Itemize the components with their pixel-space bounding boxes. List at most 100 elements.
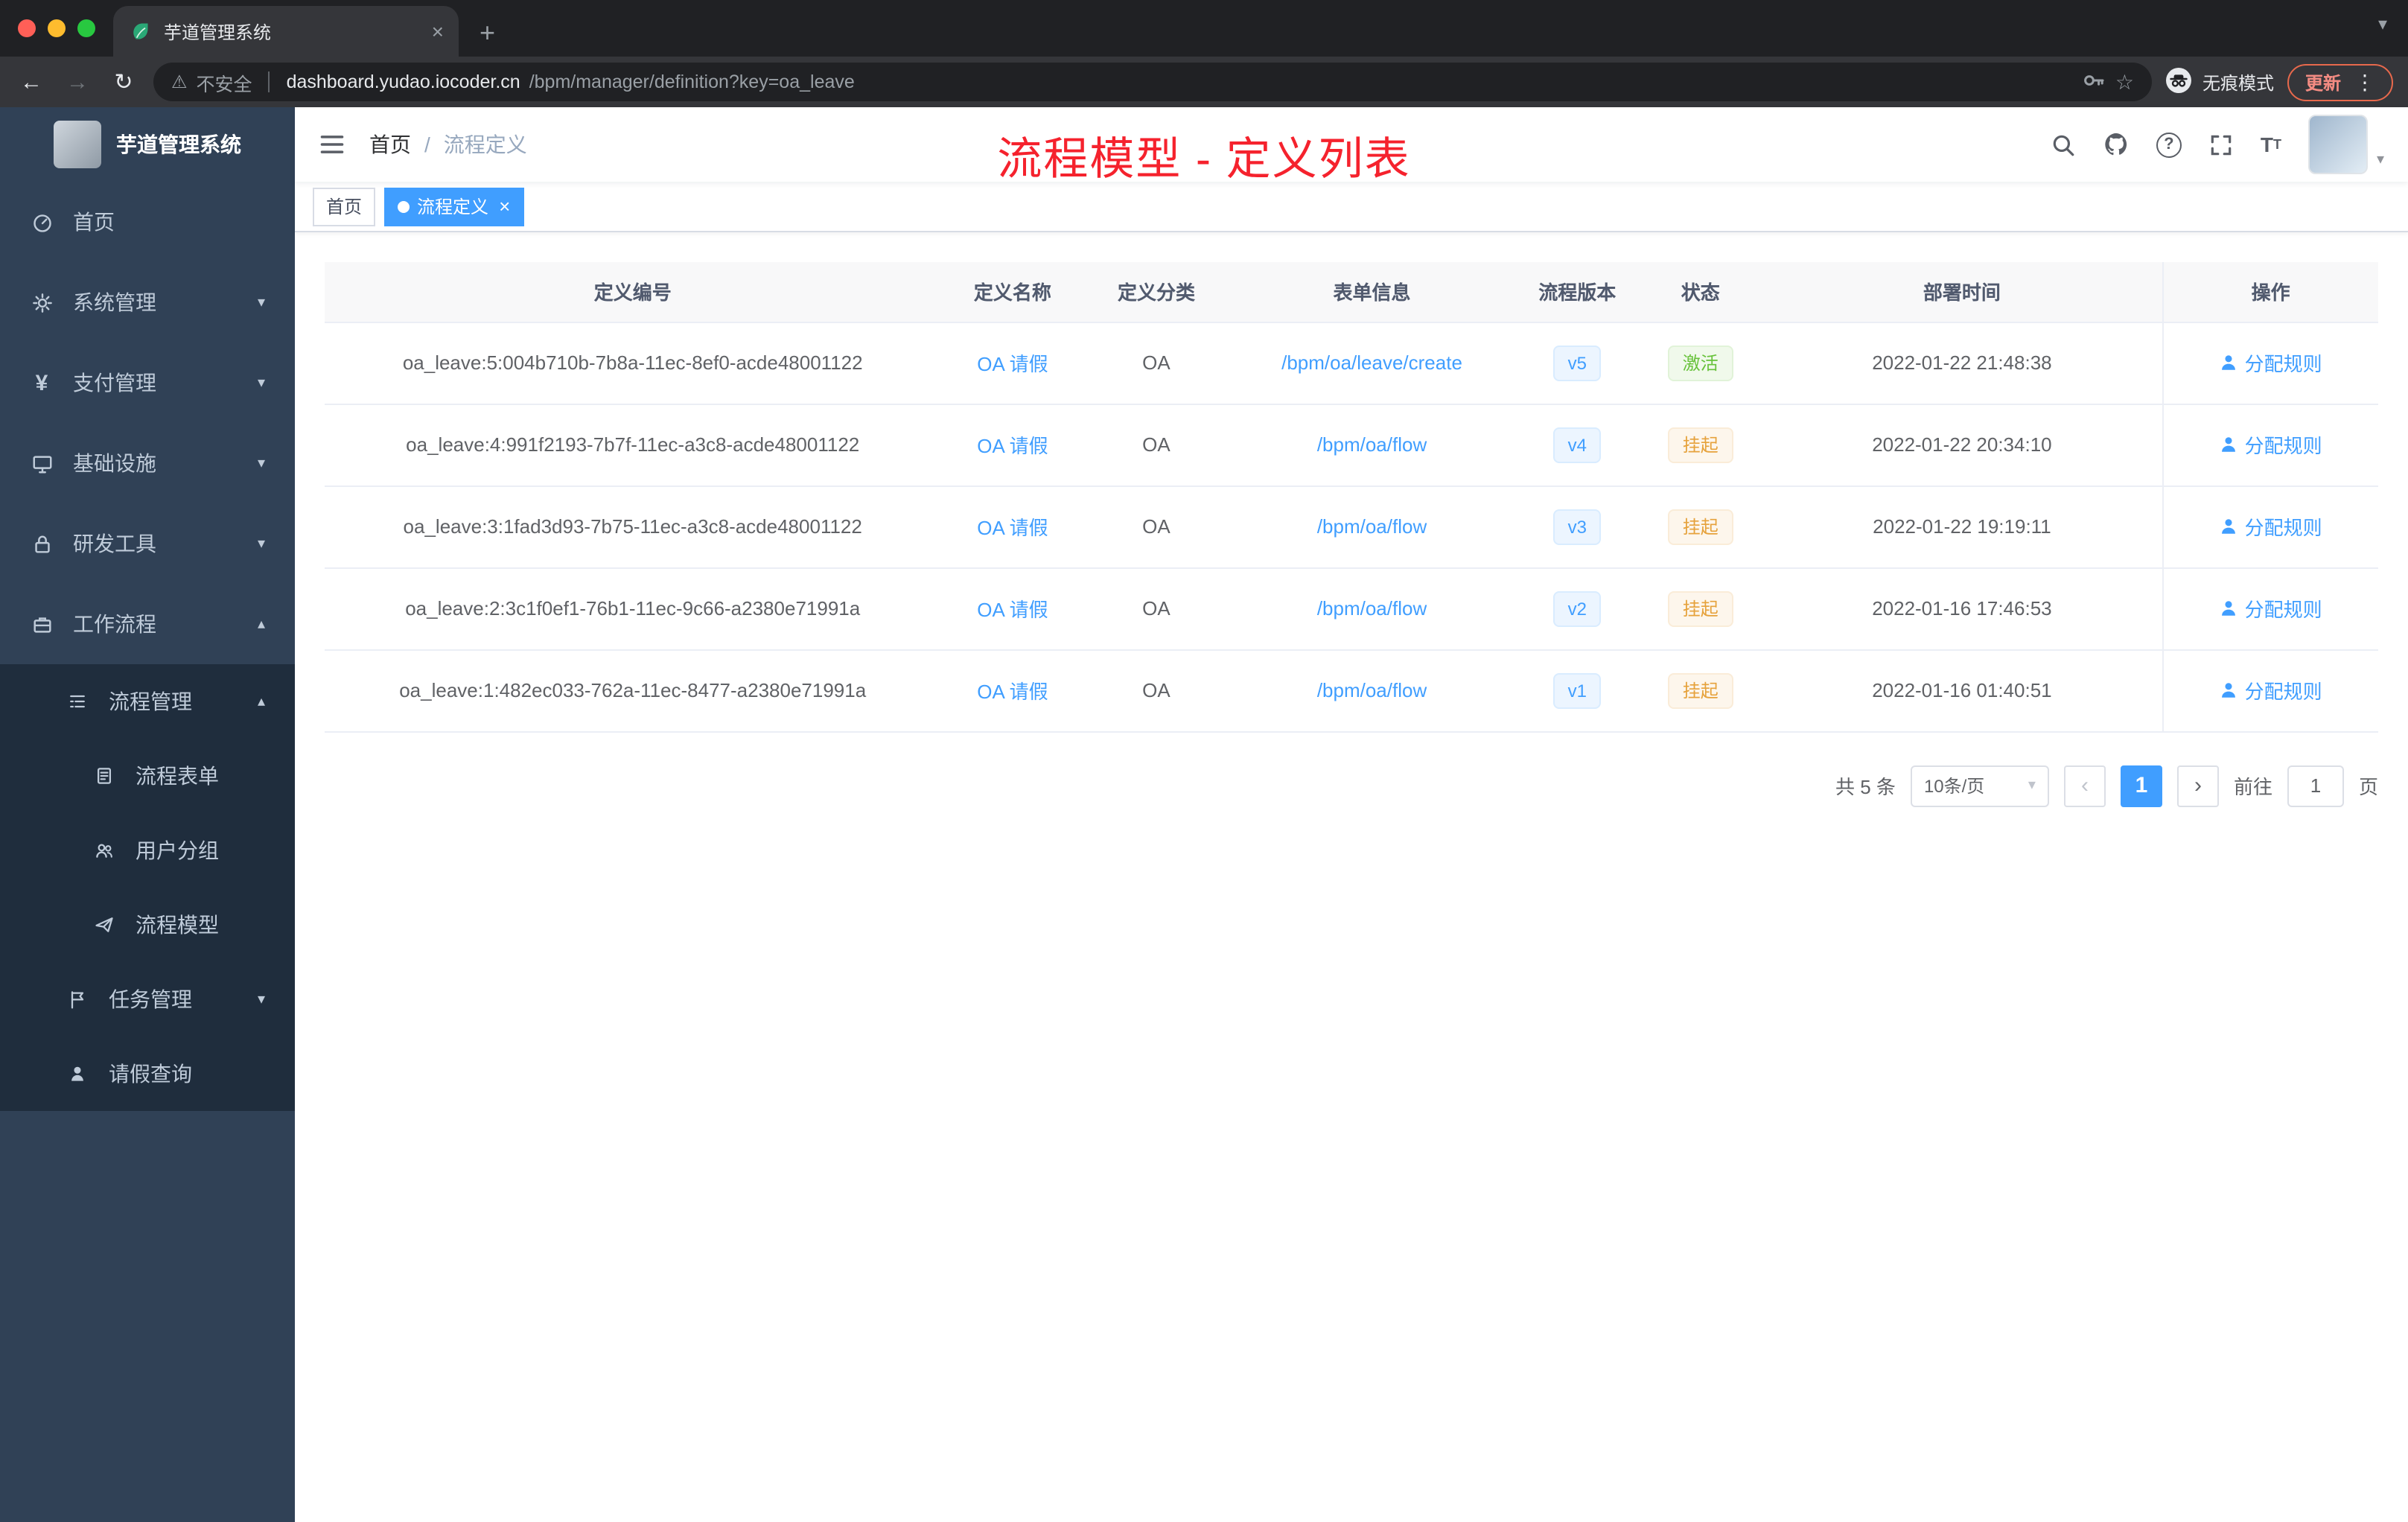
breadcrumb-home[interactable]: 首页 [369,130,411,159]
form-link[interactable]: /bpm/oa/flow [1317,515,1427,538]
browser-tab[interactable]: 芋道管理系统 × [113,6,459,57]
sidebar-item-infrastructure[interactable]: 基础设施 ▾ [0,423,295,503]
sidebar-item-task-management[interactable]: 任务管理 ▾ [0,962,295,1037]
next-page-button[interactable]: › [2176,765,2219,806]
tab-search-icon[interactable]: ▾ [2378,13,2387,34]
cell-category: OA [1084,485,1229,568]
cell-category: OA [1084,322,1229,404]
lock-icon [30,532,54,555]
page-size-select[interactable]: 10条/页 ▾ [1910,765,2049,806]
table-row: oa_leave:2:3c1f0ef1-76b1-11ec-9c66-a2380… [325,567,2378,650]
assign-rule-label: 分配规则 [2244,681,2322,703]
security-warning-icon: ⚠ [171,71,188,92]
tag-process-definition[interactable]: 流程定义 × [384,187,524,226]
sidebar-item-system[interactable]: 系统管理 ▾ [0,262,295,343]
bookmark-star-icon[interactable]: ☆ [2115,71,2134,92]
password-key-icon[interactable] [2083,69,2106,95]
page-number-button[interactable]: 1 [2120,765,2162,806]
forward-button[interactable]: → [61,71,94,93]
sidebar-item-label: 流程模型 [136,913,219,937]
cell-category: OA [1084,649,1229,732]
sidebar-item-process-form[interactable]: 流程表单 [0,739,295,813]
tag-home[interactable]: 首页 [313,187,376,226]
address-bar[interactable]: ⚠ 不安全 dashboard.yudao.iocoder.cn /bpm/ma… [153,63,2152,101]
sidebar-item-process-model[interactable]: 流程模型 [0,888,295,962]
gear-icon [30,291,54,313]
assign-rule-button[interactable]: 分配规则 [2220,676,2322,704]
table-row: oa_leave:1:482ec033-762a-11ec-8477-a2380… [325,649,2378,732]
cell-definition-id: oa_leave:2:3c1f0ef1-76b1-11ec-9c66-a2380… [325,567,941,650]
prev-page-button[interactable]: ‹ [2063,765,2106,806]
window-close-button[interactable] [18,19,36,37]
goto-page-input[interactable] [2287,765,2344,806]
window-zoom-button[interactable] [77,19,95,37]
sidebar-item-devtools[interactable]: 研发工具 ▾ [0,503,295,584]
status-badge: 挂起 [1667,672,1733,708]
browser-menu-icon[interactable]: ⋮ [2354,71,2375,92]
avatar-caret-icon: ▾ [2376,152,2384,168]
sidebar-item-process-management[interactable]: 流程管理 ▴ [0,664,295,739]
assign-rule-button[interactable]: 分配规则 [2220,594,2322,623]
definition-name-link[interactable]: OA 请假 [977,681,1048,703]
sidebar-item-label: 工作流程 [73,612,156,636]
incognito-badge: 无痕模式 [2165,66,2274,98]
new-tab-button[interactable]: + [480,19,495,46]
font-size-icon[interactable]: TT [2261,133,2281,156]
sidebar-item-label: 支付管理 [73,371,156,395]
url-divider [268,71,270,92]
definition-name-link[interactable]: OA 请假 [977,435,1048,457]
page-content: 定义编号 定义名称 定义分类 表单信息 流程版本 状态 部署时间 操作 oa_l [295,232,2408,1522]
definition-name-link[interactable]: OA 请假 [977,517,1048,539]
sidebar-item-leave-query[interactable]: 请假查询 [0,1037,295,1111]
annotation-overlay: 流程模型 - 定义列表 [997,136,1411,185]
table-row: oa_leave:4:991f2193-7b7f-11ec-a3c8-acde4… [325,404,2378,486]
yen-icon: ¥ [35,370,48,395]
form-link[interactable]: /bpm/oa/flow [1317,597,1427,620]
definition-name-link[interactable]: OA 请假 [977,599,1048,621]
window-minimize-button[interactable] [48,19,66,37]
sidebar-item-home[interactable]: 首页 [0,182,295,262]
assign-rule-button[interactable]: 分配规则 [2220,430,2322,459]
cell-definition-id: oa_leave:4:991f2193-7b7f-11ec-a3c8-acde4… [325,404,941,486]
sidebar-item-label: 基础设施 [73,451,156,475]
tree-table-icon [66,691,89,712]
user-icon [2222,355,2236,370]
sidebar-item-label: 首页 [73,210,115,234]
chevron-down-icon: ▾ [257,535,265,552]
sidebar-item-user-group[interactable]: 用户分组 [0,813,295,888]
assign-rule-button[interactable]: 分配规则 [2220,512,2322,541]
cell-deploy-time: 2022-01-22 21:48:38 [1762,322,2163,404]
logo-title: 芋道管理系统 [116,133,241,156]
sidebar-item-label: 流程表单 [136,764,219,788]
github-icon[interactable] [2103,131,2130,158]
fullscreen-icon[interactable] [2208,132,2234,157]
table-row: oa_leave:3:1fad3d93-7b75-11ec-a3c8-acde4… [325,485,2378,568]
back-button[interactable]: ← [15,71,48,93]
tag-close-icon[interactable]: × [499,197,510,216]
form-link[interactable]: /bpm/oa/leave/create [1281,351,1462,374]
tag-label: 首页 [326,197,363,217]
help-icon[interactable]: ? [2156,132,2182,157]
breadcrumb: 首页 / 流程定义 [369,130,527,159]
form-link[interactable]: /bpm/oa/flow [1317,433,1427,456]
cell-definition-id: oa_leave:3:1fad3d93-7b75-11ec-a3c8-acde4… [325,485,941,568]
assign-rule-button[interactable]: 分配规则 [2220,348,2322,377]
sidebar-item-payment[interactable]: ¥ 支付管理 ▾ [0,343,295,423]
table-row: oa_leave:5:004b710b-7b8a-11ec-8ef0-acde4… [325,322,2378,404]
user-avatar[interactable] [2307,115,2368,174]
table-header-row: 定义编号 定义名称 定义分类 表单信息 流程版本 状态 部署时间 操作 [325,262,2378,322]
chevron-down-icon: ▾ [257,991,265,1007]
hamburger-icon[interactable] [319,131,345,158]
reload-button[interactable]: ↻ [107,71,140,93]
app-frame: 芋道管理系统 首页 系统管理 ▾ ¥ 支付管理 ▾ 基础设施 ▾ 研发工具 ▾ … [0,107,2408,1522]
form-link[interactable]: /bpm/oa/flow [1317,679,1427,701]
definition-name-link[interactable]: OA 请假 [977,353,1048,375]
tab-close-icon[interactable]: × [432,21,444,42]
search-icon[interactable] [2051,132,2076,157]
sidebar-item-workflow[interactable]: 工作流程 ▴ [0,584,295,664]
update-button[interactable]: 更新 ⋮ [2287,63,2393,101]
assign-rule-label: 分配规则 [2244,435,2322,457]
status-badge: 激活 [1667,345,1733,380]
chevron-down-icon: ▾ [2028,777,2036,794]
active-tag-dot [398,200,410,212]
